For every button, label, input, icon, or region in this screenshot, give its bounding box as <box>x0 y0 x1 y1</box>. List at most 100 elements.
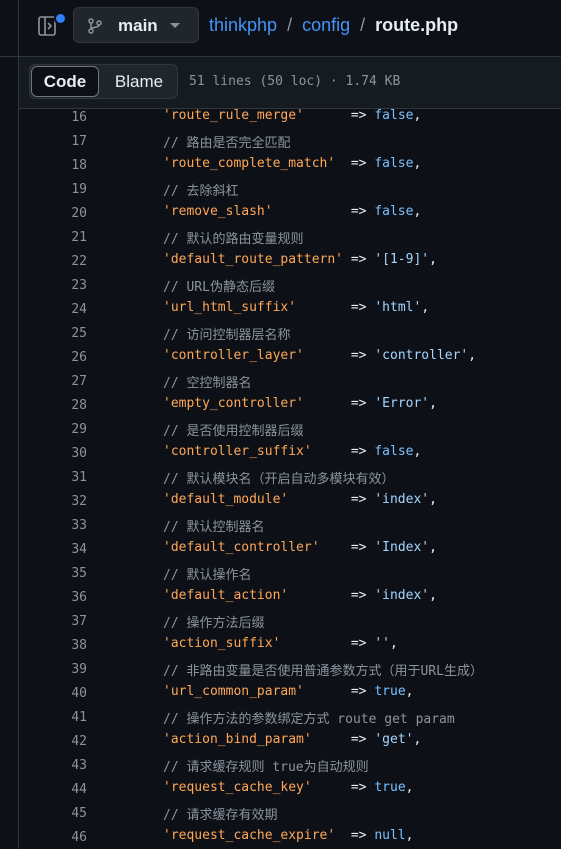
operator: => <box>288 492 375 507</box>
keyword-value: false <box>374 156 414 171</box>
config-key: 'default_module' <box>163 492 289 507</box>
config-key: 'default_route_pattern' <box>163 252 344 267</box>
operator: => <box>280 636 375 651</box>
string-value: 'index' <box>374 492 430 507</box>
code-line: 31 // 默认模块名（开启自动多模块有效） <box>18 466 561 490</box>
tab-code[interactable]: Code <box>31 66 99 97</box>
operator: => <box>296 300 375 315</box>
string-value: 'html' <box>374 300 422 315</box>
line-number[interactable]: 36 <box>18 590 87 605</box>
line-number[interactable]: 21 <box>18 230 87 245</box>
line-number[interactable]: 22 <box>18 254 87 269</box>
line-number[interactable]: 44 <box>18 782 87 797</box>
code-text: // URL伪静态后缀 <box>163 276 275 295</box>
comment-text: // 操作方法后缀 <box>163 616 265 631</box>
comment-text: // 请求缓存规则 true为自动规则 <box>163 760 369 775</box>
code-line: 46 'request_cache_expire' => null, <box>18 826 561 849</box>
line-number[interactable]: 35 <box>18 566 87 581</box>
left-border <box>18 0 19 849</box>
line-number[interactable]: 41 <box>18 710 87 725</box>
code-line: 29 // 是否使用控制器后缀 <box>18 418 561 442</box>
config-key: 'url_common_param' <box>163 684 304 699</box>
line-number[interactable]: 31 <box>18 470 87 485</box>
config-key: 'remove_slash' <box>163 204 273 219</box>
line-number[interactable]: 26 <box>18 350 87 365</box>
operator: => <box>303 684 375 699</box>
line-number[interactable]: 16 <box>18 110 87 125</box>
operator: , <box>405 684 414 699</box>
code-text: 'request_cache_expire' => null, <box>163 828 413 843</box>
code-text: // 非路由变量是否使用普通参数方式（用于URL生成） <box>163 660 483 679</box>
comment-text: // 去除斜杠 <box>163 184 239 199</box>
code-text: 'controller_layer' => 'controller', <box>163 348 476 363</box>
code-line: 43 // 请求缓存规则 true为自动规则 <box>18 754 561 778</box>
operator: , <box>421 300 430 315</box>
code-text: // 默认的路由变量规则 <box>163 228 303 247</box>
breadcrumb-repo-link[interactable]: thinkphp <box>209 15 277 35</box>
line-number[interactable]: 29 <box>18 422 87 437</box>
string-value: 'index' <box>374 588 430 603</box>
line-number[interactable]: 43 <box>18 758 87 773</box>
operator: , <box>429 540 437 555</box>
line-number[interactable]: 38 <box>18 638 87 653</box>
comment-text: // 空控制器名 <box>163 376 252 391</box>
line-number[interactable]: 27 <box>18 374 87 389</box>
line-number[interactable]: 37 <box>18 614 87 629</box>
line-number[interactable]: 20 <box>18 206 87 221</box>
line-number[interactable]: 24 <box>18 302 87 317</box>
line-number[interactable]: 18 <box>18 158 87 173</box>
code-text: // 操作方法后缀 <box>163 612 264 631</box>
comment-text: // 是否使用控制器后缀 <box>163 424 304 439</box>
line-number[interactable]: 45 <box>18 806 87 821</box>
line-number[interactable]: 46 <box>18 830 87 845</box>
keyword-value: true <box>374 684 406 699</box>
code-text: // 访问控制器层名称 <box>163 324 290 343</box>
code-line: 37 // 操作方法后缀 <box>18 610 561 634</box>
line-number[interactable]: 30 <box>18 446 87 461</box>
line-number[interactable]: 23 <box>18 278 87 293</box>
line-number[interactable]: 33 <box>18 518 87 533</box>
code-text: 'route_rule_merge' => false, <box>163 108 421 123</box>
keyword-value: true <box>374 780 406 795</box>
line-number[interactable]: 39 <box>18 662 87 677</box>
config-key: 'request_cache_expire' <box>163 828 336 843</box>
breadcrumb-dir-link[interactable]: config <box>302 15 350 35</box>
comment-text: // 非路由变量是否使用普通参数方式（用于URL生成） <box>163 664 483 679</box>
code-line: 17 // 路由是否完全匹配 <box>18 130 561 154</box>
operator: => <box>288 588 375 603</box>
branch-selector-button[interactable]: main <box>73 7 199 43</box>
tab-blame[interactable]: Blame <box>103 66 175 97</box>
line-number[interactable]: 25 <box>18 326 87 341</box>
line-number[interactable]: 32 <box>18 494 87 509</box>
line-number[interactable]: 19 <box>18 182 87 197</box>
code-line: 18 'route_complete_match' => false, <box>18 154 561 178</box>
comment-text: // 访问控制器层名称 <box>163 328 291 343</box>
config-key: 'url_html_suffix' <box>163 300 297 315</box>
line-number[interactable]: 34 <box>18 542 87 557</box>
comment-text: // 默认的路由变量规则 <box>163 232 304 247</box>
config-key: 'controller_layer' <box>163 348 304 363</box>
file-header: main thinkphp / config / route.php <box>0 0 561 57</box>
code-line: 21 // 默认的路由变量规则 <box>18 226 561 250</box>
comment-text: // 默认操作名 <box>163 568 252 583</box>
code-text: // 请求缓存有效期 <box>163 804 277 823</box>
line-number[interactable]: 28 <box>18 398 87 413</box>
code-text: 'controller_suffix' => false, <box>163 444 421 459</box>
operator: , <box>429 396 437 411</box>
line-number[interactable]: 17 <box>18 134 87 149</box>
code-text: // 默认模块名（开启自动多模块有效） <box>163 468 394 487</box>
code-text: 'request_cache_key' => true, <box>163 780 413 795</box>
line-number[interactable]: 42 <box>18 734 87 749</box>
code-text: 'default_controller' => 'Index', <box>163 540 437 555</box>
operator: , <box>413 108 422 123</box>
code-text: // 默认控制器名 <box>163 516 264 535</box>
code-text: 'empty_controller' => 'Error', <box>163 396 437 411</box>
notification-dot <box>54 12 67 25</box>
code-line: 35 // 默认操作名 <box>18 562 561 586</box>
comment-text: // 操作方法的参数绑定方式 route get param <box>163 712 455 727</box>
config-key: 'action_bind_param' <box>163 732 312 747</box>
operator: => <box>319 540 375 555</box>
config-key: 'action_suffix' <box>163 636 281 651</box>
line-number[interactable]: 40 <box>18 686 87 701</box>
code-line: 44 'request_cache_key' => true, <box>18 778 561 802</box>
